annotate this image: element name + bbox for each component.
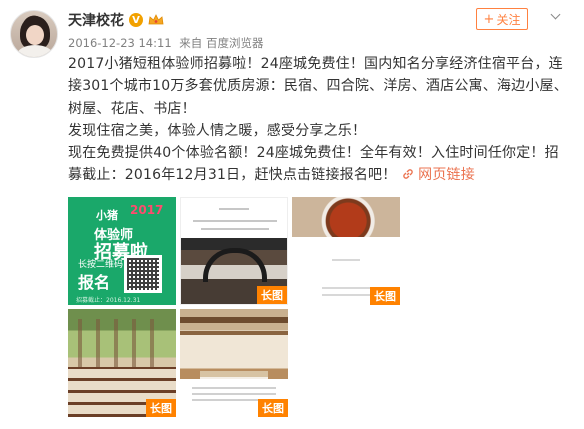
plus-icon: + [483,11,495,27]
poster-brand: 小猪 [96,209,118,222]
long-image-badge: 长图 [370,287,400,305]
web-link-label: 网页链接 [418,167,475,184]
long-image-badge: 长图 [146,399,176,417]
post-paragraph-3: 现在免费提供40个体验名额！24座城免费住！全年有效！入住时间任你定！招募截止：… [68,142,573,187]
chevron-down-icon[interactable] [550,10,562,22]
dish-photo [292,197,400,237]
poster-year: 2017 [130,203,164,217]
post-paragraph-3-text: 现在免费提供40个体验名额！24座城免费住！全年有效！入住时间任你定！招募截止：… [68,145,559,184]
post-meta: 2016-12-23 14:11 来自 百度浏览器 [68,35,263,51]
room-beam-2 [180,331,288,335]
long-image-badge: 长图 [258,399,288,417]
poster-footer: 招募截止：2016.12.31 [76,297,141,304]
post-time[interactable]: 2016-12-23 14:11 [68,36,172,50]
follow-label: 关注 [496,12,521,27]
crown-icon[interactable] [148,14,164,26]
poster-title-line1: 体验师 [94,228,134,243]
post-paragraph-2: 发现住宿之美，体验人情之暖，感受分享之乐！ [68,122,367,139]
image-tile-4[interactable]: 长图 [68,309,176,417]
avatar-body [17,45,53,57]
avatar-face [26,25,44,45]
image-tile-3[interactable]: 长图 [292,197,400,305]
post-text: 2017小猪短租体验师招募啦！24座城免费住！国内知名分享经济住宿平台，连接30… [68,53,573,187]
avatar[interactable] [10,10,58,58]
image-tile-2[interactable]: 长图 [180,197,288,305]
long-image-badge: 长图 [257,286,287,304]
follow-button[interactable]: + 关注 [476,8,528,30]
link-icon [403,169,413,180]
image-tile-1[interactable]: 小猪 2017 体验师 招募啦 长按二维码 报名 招募截止：2016.12.31 [68,197,176,305]
name-row: 天津校花 V [68,10,164,30]
verified-icon[interactable]: V [129,13,143,27]
room-beam [180,317,288,323]
web-link[interactable]: 网页链接 [401,167,475,183]
source-prefix: 来自 [179,36,203,50]
image-tile-5[interactable]: 长图 [180,309,288,417]
username[interactable]: 天津校花 [68,10,124,30]
poster-signup: 报名 [78,273,111,292]
qr-code [124,255,162,293]
source-name[interactable]: 百度浏览器 [206,36,264,50]
post-paragraph-1: 2017小猪短租体验师招募啦！24座城免费住！国内知名分享经济住宿平台，连接30… [68,56,568,117]
